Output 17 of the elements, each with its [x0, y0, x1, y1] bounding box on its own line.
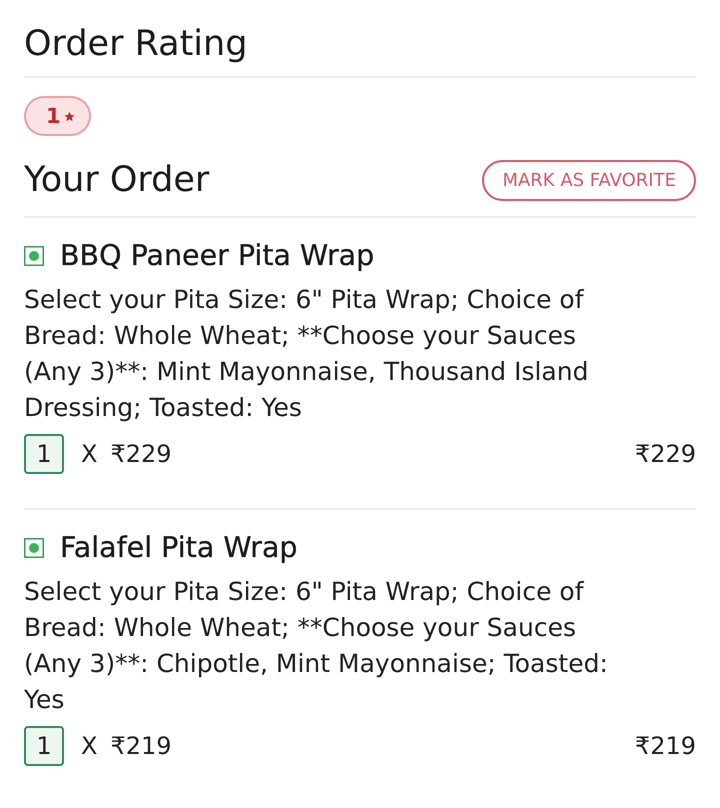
item-name: BBQ Paneer Pita Wrap — [60, 240, 374, 272]
quantity-box: 1 — [24, 726, 64, 766]
section-title: Your Order — [24, 160, 210, 200]
times-sign: X — [81, 440, 98, 468]
item-name: Falafel Pita Wrap — [60, 532, 298, 564]
times-sign: X — [81, 732, 98, 760]
star-icon — [64, 110, 75, 122]
unit-price: ₹219 — [110, 732, 172, 760]
rating-value: 1 — [46, 104, 61, 128]
item-description: Select your Pita Size: 6" Pita Wrap; Choice of Bread: Whole Wheat; **Choose your Sauces (Any 3)**: Mint Mayonnaise, Thousand Island Dressing; Toasted: Yes — [24, 284, 590, 424]
section-title: Order Rating — [24, 24, 248, 64]
unit-price: ₹229 — [110, 440, 172, 468]
item-total: ₹229 — [634, 440, 696, 468]
item-description: Select your Pita Size: 6" Pita Wrap; Choice of Bread: Whole Wheat; **Choose your Sauces (Any 3)**: Chipotle, Mint Mayonnaise; Toasted: Yes — [24, 576, 609, 716]
item-total: ₹219 — [634, 732, 696, 760]
mark-favorite-button[interactable]: MARK AS FAVORITE — [482, 160, 696, 201]
quantity-box: 1 — [24, 434, 64, 474]
